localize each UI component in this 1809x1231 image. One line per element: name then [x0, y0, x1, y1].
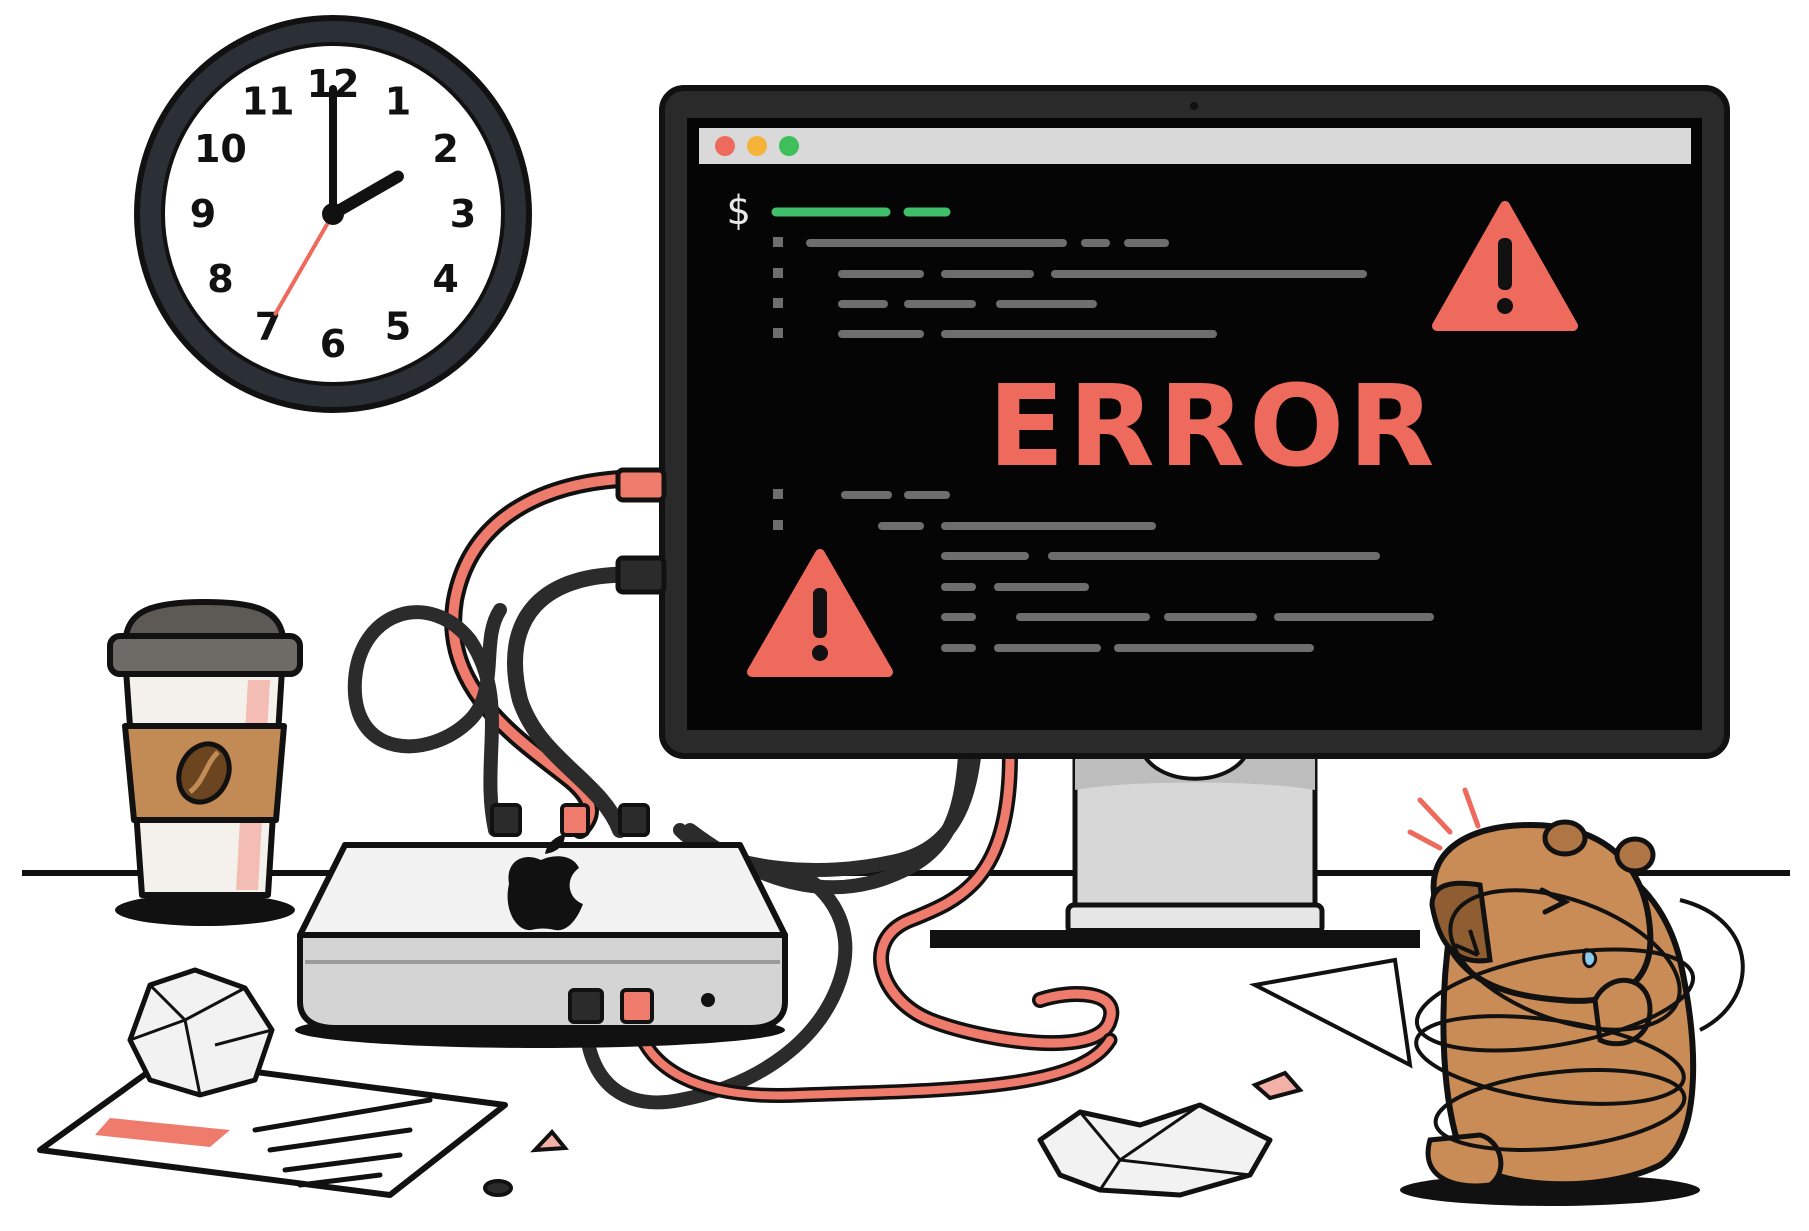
clock-numeral: 4	[432, 257, 458, 301]
clock-numeral: 11	[242, 79, 295, 123]
tangled-capybara	[1400, 787, 1745, 1206]
clock-numeral: 9	[190, 192, 216, 236]
crumpled-paper	[127, 967, 275, 1098]
clock-numeral: 8	[207, 257, 233, 301]
frustrated-desk-scene: 12 1234567891011 $ ERROR	[22, 15, 1790, 1206]
crumpled-paper	[1037, 1102, 1273, 1198]
window-controls	[715, 136, 799, 156]
error-message: ERROR	[988, 362, 1438, 492]
minimize-dot-icon[interactable]	[747, 136, 767, 156]
webcam	[1190, 102, 1198, 110]
monitor: $ ERROR	[615, 85, 1730, 948]
monitor-ports	[615, 467, 667, 595]
clock-numeral: 2	[432, 127, 458, 171]
maximize-dot-icon[interactable]	[779, 136, 799, 156]
document-sheet	[37, 1057, 508, 1198]
close-dot-icon[interactable]	[715, 136, 735, 156]
clock-center-pin	[322, 203, 344, 225]
window-titlebar	[699, 128, 1691, 164]
terminal-prompt: $	[726, 188, 750, 234]
clock-numeral: 1	[385, 79, 411, 123]
clock-numeral: 6	[320, 322, 346, 366]
clock-numeral: 5	[385, 305, 411, 349]
clock-numeral: 10	[194, 127, 247, 171]
wall-clock: 12 1234567891011	[134, 15, 532, 413]
coffee-cup-icon	[107, 598, 303, 926]
clock-numeral: 3	[450, 192, 476, 236]
